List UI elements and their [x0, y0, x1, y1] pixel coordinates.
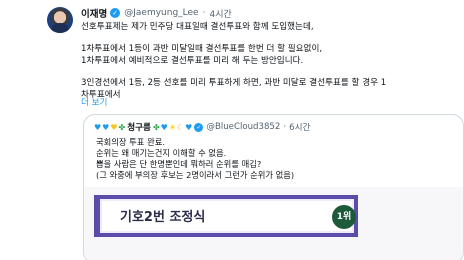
ballot-candidate-box: 기호2번 조정식	[94, 195, 358, 237]
tweet-line: 차투표에서	[81, 90, 121, 100]
blue-heart-icon: ♥	[94, 122, 102, 132]
quote-line: 뽑을 사람은 단 한명뿐인데 뭐하러 순위를 매김?	[96, 159, 262, 169]
avatar[interactable]	[47, 7, 73, 33]
separator: ·	[283, 122, 287, 132]
blue-heart-icon: ♥	[160, 122, 168, 132]
verified-badge-icon: ✓	[110, 8, 121, 18]
quote-display-name[interactable]: 청구름	[127, 121, 151, 133]
sun-icon: ☀	[168, 122, 176, 132]
handle[interactable]: @Jaemyung_Lee	[124, 8, 198, 18]
separator: ·	[202, 8, 206, 18]
quote-handle[interactable]: @BlueCloud3852	[206, 122, 280, 132]
blue-heart-icon: ♥	[185, 122, 193, 132]
tweet-line: 1차투표에서 1등이 과반 미달일때 결선투표를 한번 더 할 필요없이,	[81, 44, 323, 54]
display-name[interactable]: 이재명	[81, 6, 107, 20]
moon-icon: ☾	[177, 122, 185, 132]
quote-line: 순위는 왜 매기는건지 이해할 수 없음.	[96, 148, 227, 158]
tweet-text: 선호투표제는 제가 민주당 대표일때 결선투표와 함께 도입했는데, 1차투표에…	[81, 21, 461, 101]
tweet-line: 선호투표제는 제가 민주당 대표일때 결선투표와 함께 도입했는데,	[81, 22, 314, 32]
verified-badge-icon: ✓	[194, 122, 204, 132]
quote-header: ♥ ♥ ♥ ✤ 청구름 ✤ ♥ ☀ ☾ ♥ ✓ @BlueCloud3852 ·…	[94, 121, 310, 133]
quote-timestamp[interactable]: 6시간	[289, 121, 310, 133]
quote-line: (그 와중에 부의장 후보는 2명이라서 그런가 순위가 없음)	[96, 170, 295, 180]
quote-text: 국회의장 투표 완료. 순위는 왜 매기는건지 이해할 수 없음. 뽑을 사람은…	[96, 137, 294, 192]
yellow-heart-icon: ♥	[110, 122, 118, 132]
timestamp[interactable]: 4시간	[209, 7, 231, 20]
tweet-header: 이재명 ✓ @Jaemyung_Lee · 4시간	[81, 6, 232, 20]
clover-icon: ✤	[152, 122, 160, 132]
blue-heart-icon: ♥	[102, 122, 110, 132]
quote-line: 국회의장 투표 완료.	[96, 137, 165, 147]
quoted-tweet[interactable]: ♥ ♥ ♥ ✤ 청구름 ✤ ♥ ☀ ☾ ♥ ✓ @BlueCloud3852 ·…	[83, 114, 464, 260]
tweet[interactable]: 이재명 ✓ @Jaemyung_Lee · 4시간 선호투표제는 제가 민주당 …	[0, 0, 464, 260]
tweet-line: 3인경선에서 1등, 2등 선호를 미리 투표하게 하면, 과반 미달로 결선투…	[81, 78, 387, 88]
ballot-candidate-name: 기호2번 조정식	[120, 210, 206, 225]
show-more-link[interactable]: 더 보기	[81, 96, 107, 108]
tweet-line: 1차투표에서 예비적으로 결선투표를 미리 해 두는 방안입니다.	[81, 56, 304, 66]
clover-icon: ✤	[118, 122, 126, 132]
ballot-rank-badge: 1위	[332, 205, 356, 229]
name-emoji-decorations: ♥ ♥ ♥ ✤	[94, 123, 125, 132]
